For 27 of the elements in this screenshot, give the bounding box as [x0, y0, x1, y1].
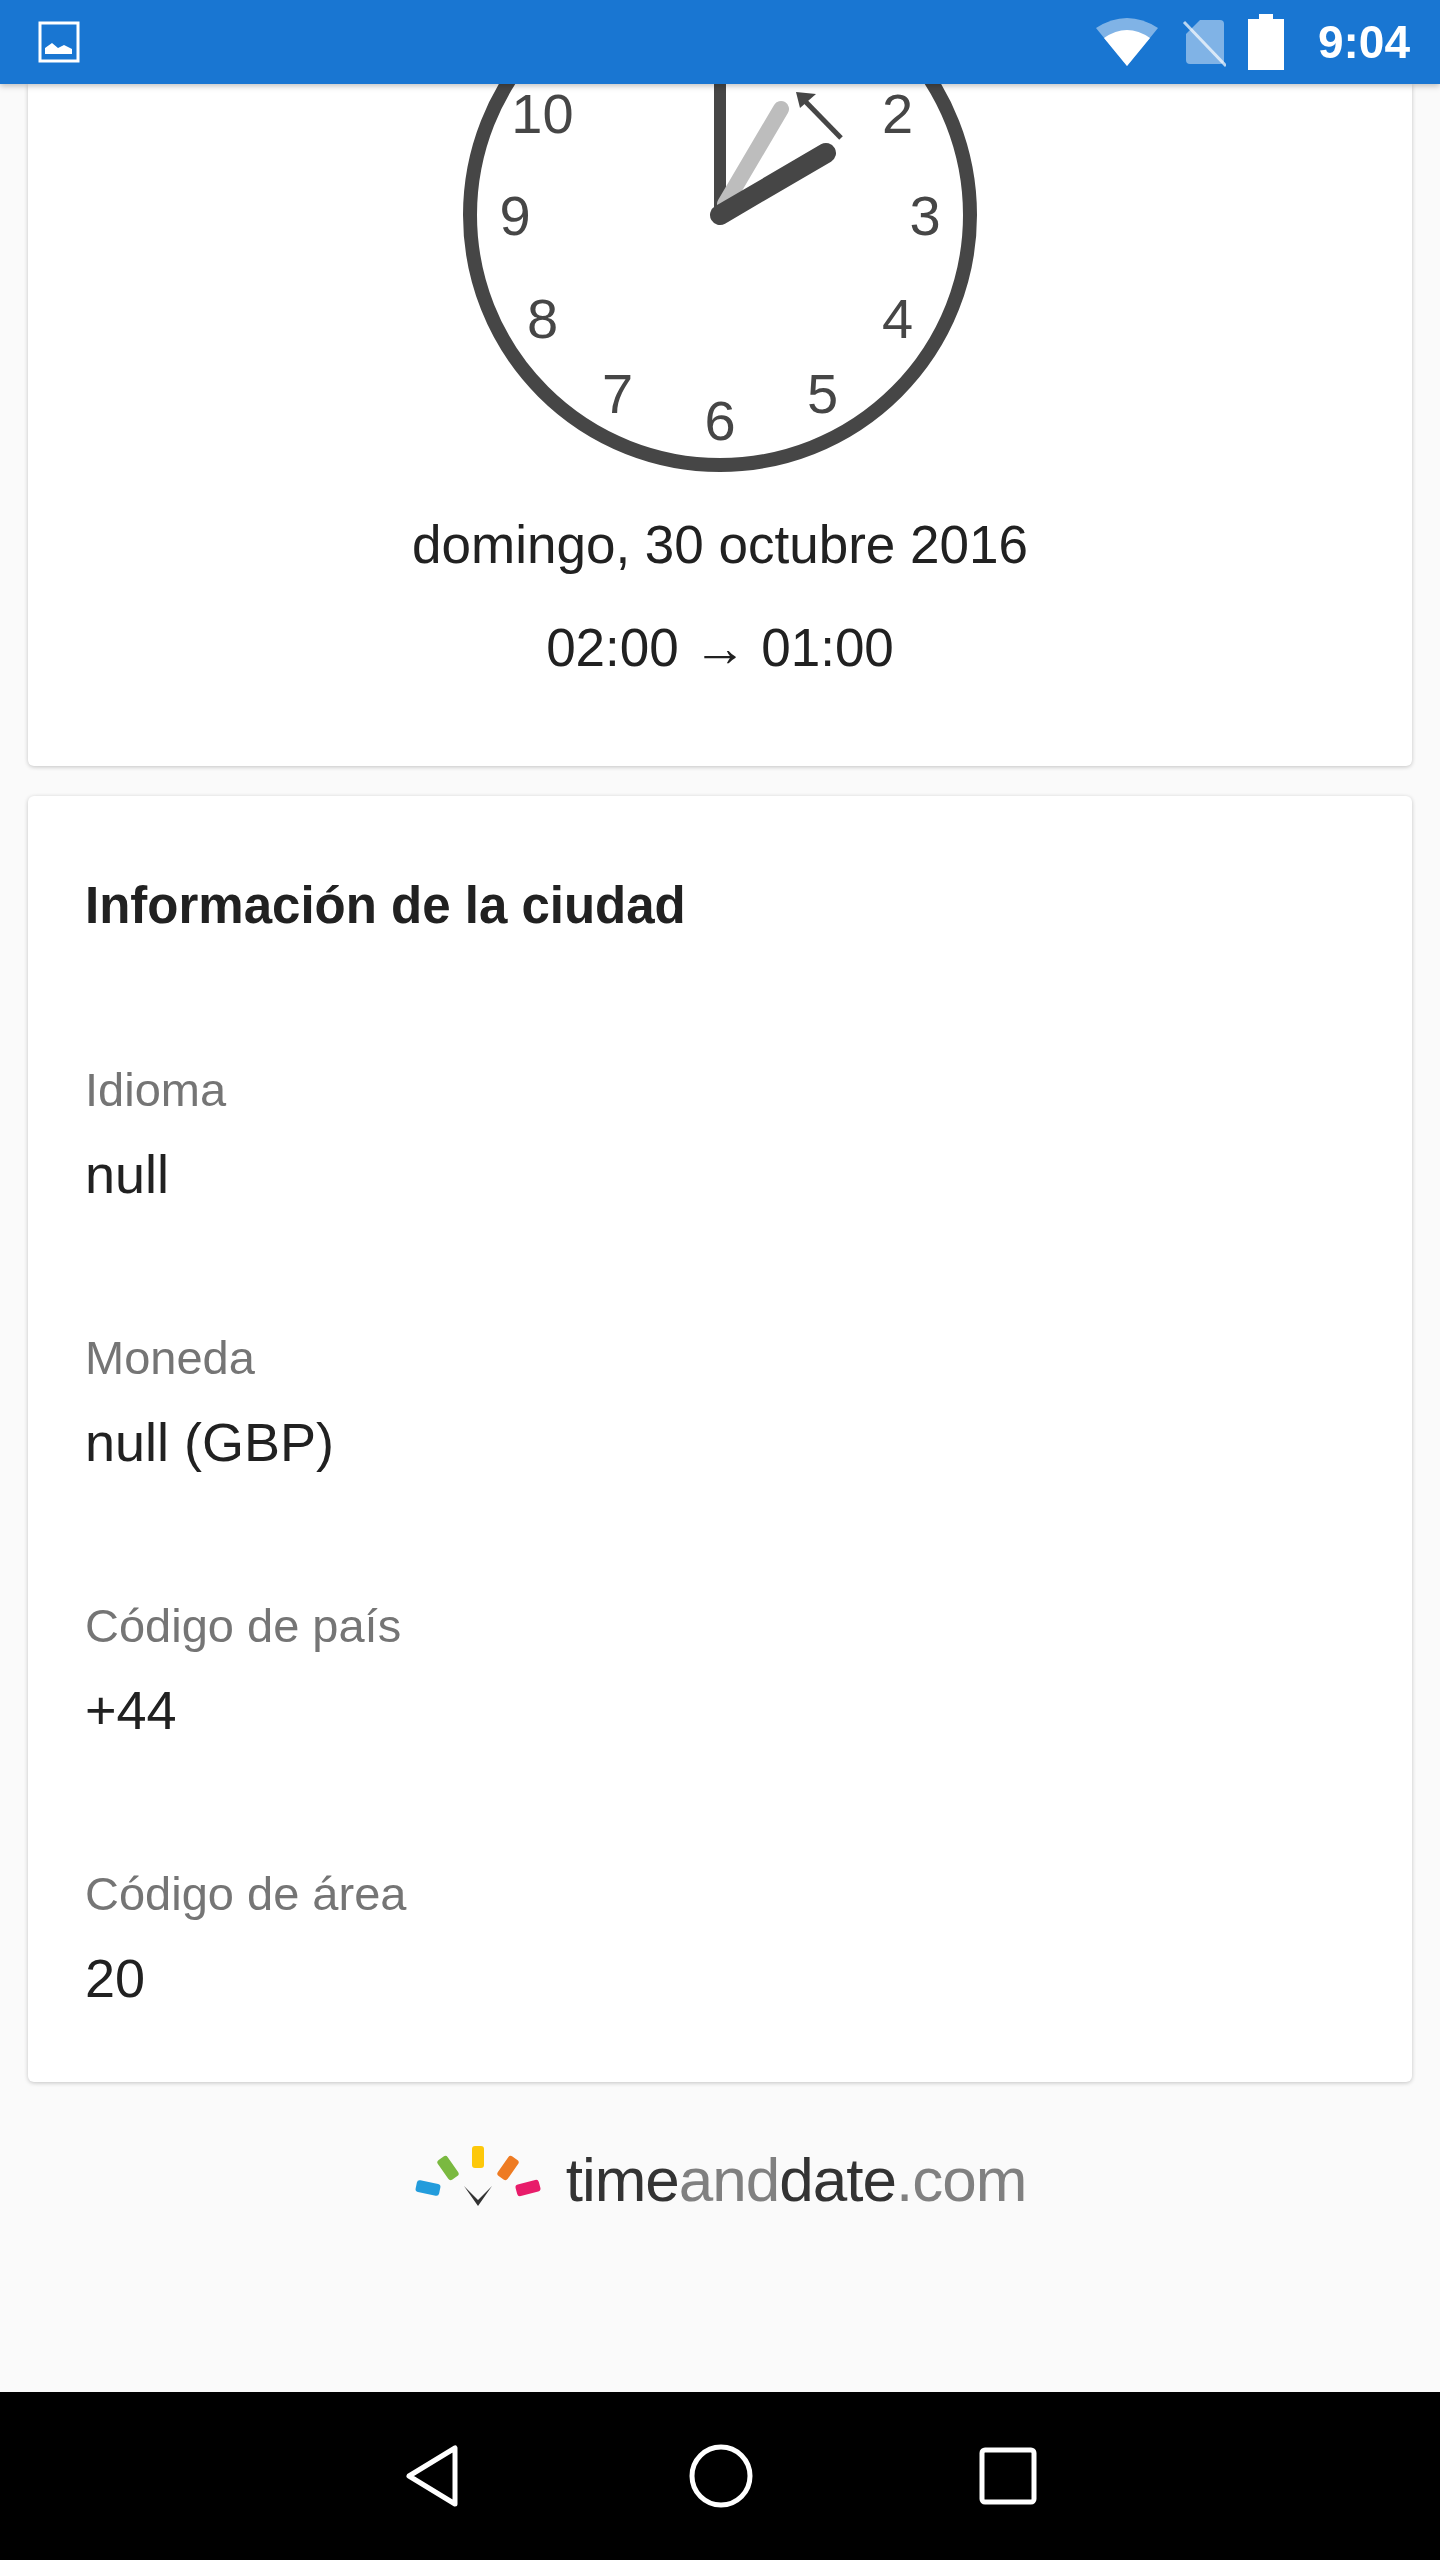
field-label: Idioma — [85, 1062, 228, 1118]
recents-icon[interactable] — [979, 2447, 1038, 2505]
field-value: +44 — [85, 1680, 178, 1740]
image-icon — [38, 21, 80, 63]
field-label: Código de área — [85, 1866, 408, 1922]
field-value: null — [85, 1144, 171, 1204]
clock-numeral: 6 — [704, 389, 736, 452]
clock-numeral: 5 — [806, 361, 839, 425]
field-label: Moneda — [85, 1330, 256, 1386]
clock-numeral: 3 — [909, 184, 941, 247]
date-text: domingo, 30 octubre 2016 — [412, 515, 1028, 575]
field-value: 20 — [85, 1948, 147, 2008]
card-title: Información de la ciudad — [85, 876, 687, 936]
clock-numeral: 10 — [511, 84, 574, 145]
clock-numeral: 4 — [881, 286, 914, 350]
field-value: null (GBP) — [85, 1412, 336, 1472]
field-label: Código de país — [85, 1598, 403, 1654]
clock-numeral: 7 — [601, 361, 634, 425]
home-icon[interactable] — [688, 2443, 754, 2509]
logo-wordmark: timeanddate.com — [565, 2143, 1027, 2215]
clock-numeral: 9 — [499, 184, 531, 247]
clock-time: 9:04 — [1317, 15, 1410, 69]
clock-numeral: 2 — [881, 84, 914, 145]
time-change-text: 02:00 → 01:00 — [546, 618, 894, 678]
wifi-icon — [1093, 16, 1160, 68]
clock-numeral: 8 — [526, 286, 559, 350]
battery-icon — [1247, 14, 1284, 70]
